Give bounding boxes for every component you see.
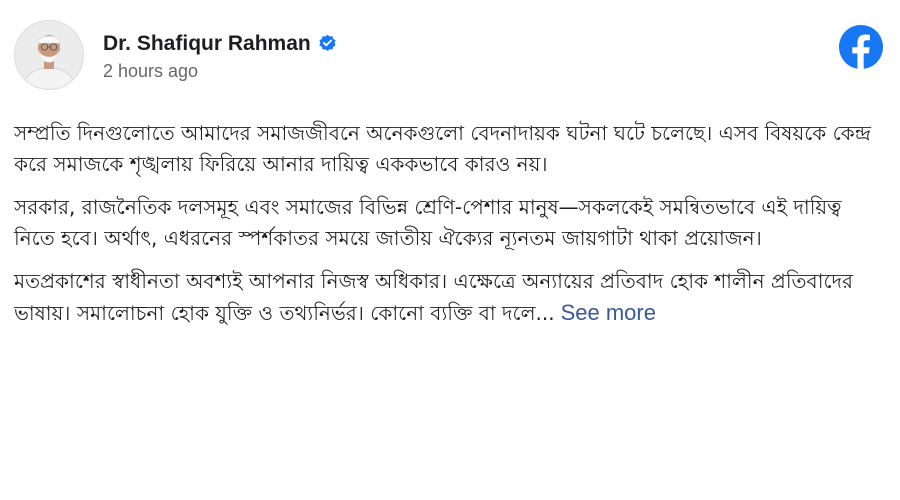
- author-row: Dr. Shafiqur Rahman: [103, 29, 337, 59]
- post-header: Dr. Shafiqur Rahman 2 hours ago: [14, 20, 337, 90]
- post-meta: Dr. Shafiqur Rahman 2 hours ago: [103, 29, 337, 82]
- facebook-post-card: Dr. Shafiqur Rahman 2 hours ago সম্প্রতি…: [0, 0, 900, 500]
- author-name[interactable]: Dr. Shafiqur Rahman: [103, 32, 311, 56]
- facebook-logo-icon[interactable]: [838, 24, 884, 70]
- see-more-link[interactable]: See more: [561, 300, 656, 325]
- post-paragraph: সরকার, রাজনৈতিক দলসমূহ এবং সমাজের বিভিন্…: [14, 195, 842, 250]
- post-paragraph-truncated: মতপ্রকাশের স্বাধীনতা অবশ্যই আপনার নিজস্ব…: [14, 266, 886, 329]
- post-timestamp[interactable]: 2 hours ago: [103, 61, 337, 82]
- post-paragraph: সম্প্রতি দিনগুলোতে আমাদের সমাজজীবনে অনেক…: [14, 121, 871, 176]
- post-paragraph-text: মতপ্রকাশের স্বাধীনতা অবশ্যই আপনার নিজস্ব…: [14, 269, 854, 325]
- verified-badge-icon: [318, 34, 337, 53]
- post-body: সম্প্রতি দিনগুলোতে আমাদের সমাজজীবনে অনেক…: [14, 118, 886, 341]
- avatar-portrait-icon: [15, 21, 83, 89]
- author-avatar[interactable]: [14, 20, 84, 90]
